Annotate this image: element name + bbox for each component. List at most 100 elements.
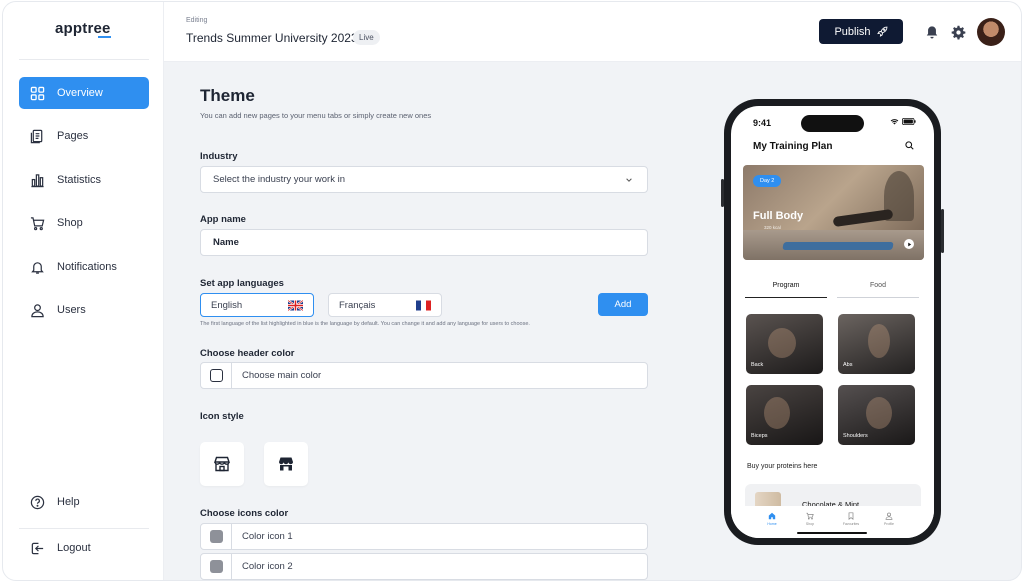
- swatch-cell: [201, 554, 232, 579]
- search-icon[interactable]: [905, 141, 914, 150]
- tile-photo: [866, 397, 892, 429]
- language-name: English: [211, 299, 243, 311]
- cart-icon: [806, 512, 814, 520]
- sidebar-item-label: Help: [57, 496, 80, 508]
- phone-nav-profile[interactable]: Profile: [874, 512, 904, 526]
- sidebar-item-shop[interactable]: Shop: [19, 207, 149, 239]
- nav-label: Profile: [884, 522, 894, 526]
- phone-nav-favourites[interactable]: Favourites: [836, 512, 866, 526]
- sidebar-item-pages[interactable]: Pages: [19, 120, 149, 152]
- active-tab-indicator: [745, 297, 827, 298]
- icon-color-label: Color icon 2: [242, 561, 293, 572]
- sidebar-item-label: Shop: [57, 217, 83, 229]
- phone-bottom-nav: Home Shop Favourites Profile: [731, 506, 934, 538]
- phone-nav-shop[interactable]: Shop: [795, 512, 825, 526]
- sidebar-item-label: Overview: [57, 87, 103, 99]
- project-title: Trends Summer University 2023: [186, 31, 358, 45]
- wifi-icon: [890, 119, 899, 125]
- user-icon: [885, 512, 893, 520]
- category-tile-back[interactable]: Back: [746, 314, 823, 374]
- app-name-value: Name: [213, 237, 239, 248]
- category-tile-shoulders[interactable]: Shoulders: [838, 385, 915, 445]
- app-window: apptree Overview Pages Statistics Shop N…: [2, 1, 1022, 581]
- sidebar-item-logout[interactable]: Logout: [19, 532, 149, 564]
- tab-food[interactable]: Food: [837, 282, 919, 289]
- home-icon: [768, 512, 776, 520]
- battery-icon: [902, 118, 916, 125]
- store-filled-icon: [279, 457, 293, 471]
- publish-button[interactable]: Publish: [819, 19, 903, 44]
- sidebar-item-help[interactable]: Help: [19, 486, 149, 518]
- languages-label: Set app languages: [200, 278, 284, 289]
- phone-nav-home[interactable]: Home: [757, 512, 787, 526]
- icon-style-label: Icon style: [200, 411, 244, 422]
- avatar[interactable]: [977, 18, 1005, 46]
- icon-color-field-2[interactable]: Color icon 2: [200, 553, 648, 580]
- tile-photo: [768, 328, 796, 358]
- chevron-down-icon: [626, 178, 632, 182]
- empty-swatch: [209, 369, 223, 382]
- grey-swatch: [209, 530, 223, 543]
- hero-photo-athlete: [832, 208, 894, 228]
- rocket-icon: [876, 26, 887, 37]
- publish-label: Publish: [834, 25, 871, 38]
- grey-swatch: [209, 560, 223, 573]
- industry-placeholder: Select the industry your work in: [213, 174, 346, 185]
- icon-color-label: Color icon 1: [242, 531, 293, 542]
- bookmark-icon: [848, 512, 854, 520]
- page-subtitle: You can add new pages to your menu tabs …: [200, 111, 432, 120]
- help-circle-icon: [29, 494, 45, 510]
- language-french[interactable]: Français: [328, 293, 442, 317]
- play-icon[interactable]: [904, 239, 914, 249]
- dynamic-island: [801, 115, 864, 132]
- sidebar-item-label: Notifications: [57, 261, 117, 273]
- language-english[interactable]: English: [200, 293, 314, 317]
- day-badge: Day 2: [753, 175, 782, 187]
- phone-preview: 9:41 My Training Plan Day 2 Full Body 32…: [721, 99, 944, 545]
- gear-icon[interactable]: [950, 24, 966, 40]
- workout-kcal: 320 kcal: [764, 225, 781, 230]
- tile-photo: [764, 397, 790, 429]
- category-tile-abs[interactable]: Abs: [838, 314, 915, 374]
- divider: [19, 528, 149, 529]
- tab-divider: [837, 297, 919, 298]
- sidebar: apptree Overview Pages Statistics Shop N…: [3, 2, 164, 580]
- add-language-button[interactable]: Add: [598, 293, 648, 316]
- chart-bars-icon: [29, 172, 45, 188]
- editing-label: Editing: [186, 17, 208, 24]
- icon-color-field-1[interactable]: Color icon 1: [200, 523, 648, 550]
- swatch-cell: [201, 524, 232, 549]
- icon-style-option-filled[interactable]: [264, 442, 308, 486]
- tile-photo: [868, 324, 890, 358]
- app-name-field[interactable]: Name: [200, 229, 648, 256]
- sidebar-item-users[interactable]: Users: [19, 294, 149, 326]
- app-name-label: App name: [200, 214, 246, 225]
- category-tile-biceps[interactable]: Biceps: [746, 385, 823, 445]
- uk-flag-icon: [288, 300, 303, 311]
- top-header: Editing Trends Summer University 2023 Li…: [164, 2, 1021, 62]
- app-logo: apptree: [55, 20, 111, 37]
- workout-hero-card[interactable]: Day 2 Full Body 320 kcal: [743, 165, 924, 260]
- status-time: 9:41: [753, 118, 772, 128]
- page-title: Theme: [200, 86, 255, 105]
- logo-accent: [98, 36, 111, 38]
- hero-photo-mat: [782, 242, 894, 250]
- proteins-section-title: Buy your proteins here: [747, 463, 818, 470]
- tab-program[interactable]: Program: [745, 282, 827, 289]
- icons-color-label: Choose icons color: [200, 508, 289, 519]
- sidebar-item-overview[interactable]: Overview: [19, 77, 149, 109]
- bell-icon[interactable]: [924, 24, 940, 40]
- store-outline-icon: [214, 456, 230, 472]
- header-color-field[interactable]: Choose main color: [200, 362, 648, 389]
- sidebar-item-notifications[interactable]: Notifications: [19, 251, 149, 283]
- home-indicator: [797, 532, 867, 534]
- category-label: Biceps: [751, 433, 768, 439]
- sidebar-item-label: Statistics: [57, 174, 102, 186]
- icon-style-option-outline[interactable]: [200, 442, 244, 486]
- phone-app-title: My Training Plan: [753, 141, 833, 152]
- divider: [19, 59, 149, 60]
- sidebar-item-label: Users: [57, 304, 86, 316]
- industry-select[interactable]: Select the industry your work in: [200, 166, 648, 193]
- user-icon: [29, 302, 45, 318]
- sidebar-item-statistics[interactable]: Statistics: [19, 164, 149, 196]
